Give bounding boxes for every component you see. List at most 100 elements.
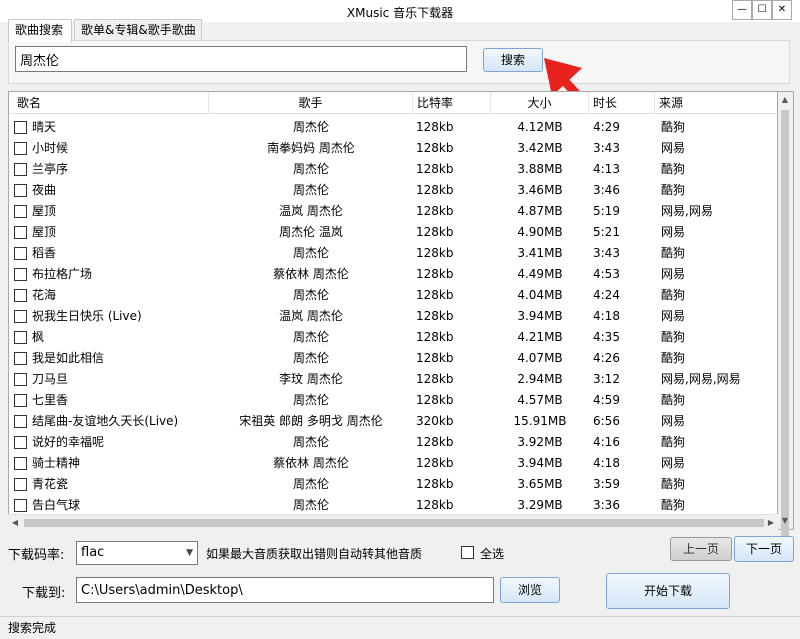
select-all-label[interactable]: 全选 [480,545,504,562]
row-checkbox[interactable] [14,331,27,344]
bitrate-value: 128kb [416,393,454,407]
table-row[interactable]: 青花瓷 周杰伦 128kb 3.65MB 3:59 酷狗 [9,474,777,495]
duration-value: 4:35 [593,330,620,344]
table-row[interactable]: 屋顶 温岚 周杰伦 128kb 4.87MB 5:19 网易,网易 [9,201,777,222]
table-row[interactable]: 晴天 周杰伦 128kb 4.12MB 4:29 酷狗 [9,117,777,138]
fallback-note: 如果最大音质获取出错则自动转其他音质 [206,547,423,561]
row-checkbox[interactable] [14,394,27,407]
source-value: 酷狗 [661,498,686,512]
bitrate-select[interactable]: flac ▼ [76,541,198,565]
bitrate-value: 128kb [416,267,454,281]
row-checkbox[interactable] [14,310,27,323]
row-checkbox[interactable] [14,436,27,449]
row-checkbox[interactable] [14,457,27,470]
scroll-right-icon[interactable]: ▶ [764,515,778,531]
row-checkbox[interactable] [14,499,27,512]
header-name[interactable]: 歌名 [9,92,209,114]
table-row[interactable]: 结尾曲-友谊地久天长(Live) 宋祖英 郎朗 多明戈 周杰伦 320kb 15.91… [9,411,777,432]
table-row[interactable]: 告白气球 周杰伦 128kb 3.29MB 3:36 酷狗 [9,495,777,516]
song-name: 说好的幸福呢 [32,435,105,449]
header-duration[interactable]: 时长 [589,92,655,114]
tab-song-search[interactable]: 歌曲搜索 [8,19,72,42]
table-row[interactable]: 七里香 周杰伦 128kb 4.57MB 4:59 酷狗 [9,390,777,411]
row-checkbox[interactable] [14,121,27,134]
row-checkbox[interactable] [14,352,27,365]
table-row[interactable]: 稻香 周杰伦 128kb 3.41MB 3:43 酷狗 [9,243,777,264]
scroll-down-icon[interactable]: ▼ [778,513,792,529]
artist-name: 周杰伦 [292,246,329,260]
header-artist[interactable]: 歌手 [209,92,413,114]
row-checkbox[interactable] [14,205,27,218]
table-row[interactable]: 兰亭序 周杰伦 128kb 3.88MB 4:13 酷狗 [9,159,777,180]
table-row[interactable]: 夜曲 周杰伦 128kb 3.46MB 3:46 酷狗 [9,180,777,201]
duration-value: 3:43 [593,246,620,260]
row-checkbox[interactable] [14,247,27,260]
song-name: 七里香 [32,393,69,407]
table-row[interactable]: 我是如此相信 周杰伦 128kb 4.07MB 4:26 酷狗 [9,348,777,369]
vertical-scrollbar[interactable]: ▲ ▼ [778,91,794,540]
file-size: 4.07MB [517,351,563,365]
header-bitrate[interactable]: 比特率 [413,92,491,114]
prev-page-button[interactable]: 上一页 [670,537,732,561]
table-row[interactable]: 布拉格广场 蔡依林 周杰伦 128kb 4.49MB 4:53 网易 [9,264,777,285]
browse-button[interactable]: 浏览 [500,577,560,603]
row-checkbox[interactable] [14,226,27,239]
table-body: 晴天 周杰伦 128kb 4.12MB 4:29 酷狗 小时候 南拳妈妈 周杰伦 128kb 3.… [9,117,777,516]
table-row[interactable]: 刀马旦 李玟 周杰伦 128kb 2.94MB 3:12 网易,网易,网易 [9,369,777,390]
chevron-down-icon[interactable]: ▼ [186,542,193,564]
status-bar: 搜索完成 [0,616,800,639]
row-checkbox[interactable] [14,268,27,281]
file-size: 3.92MB [517,435,563,449]
row-checkbox[interactable] [14,163,27,176]
bitrate-select-value: flac [81,545,105,560]
artist-name: 宋祖英 郎朗 多明戈 周杰伦 [239,414,383,428]
duration-value: 3:46 [593,183,620,197]
table-row[interactable]: 枫 周杰伦 128kb 4.21MB 4:35 酷狗 [9,327,777,348]
tab-playlist-album-artist[interactable]: 歌单&专辑&歌手歌曲 [74,19,202,41]
row-checkbox[interactable] [14,142,27,155]
artist-name: 蔡依林 周杰伦 [273,267,349,281]
row-checkbox[interactable] [14,415,27,428]
table-row[interactable]: 说好的幸福呢 周杰伦 128kb 3.92MB 4:16 酷狗 [9,432,777,453]
download-path-input[interactable] [76,577,494,603]
file-size: 3.65MB [517,477,563,491]
row-checkbox[interactable] [14,373,27,386]
artist-name: 周杰伦 [292,477,329,491]
duration-value: 4:26 [593,351,620,365]
artist-name: 南拳妈妈 周杰伦 [267,141,355,155]
select-all-checkbox[interactable] [461,546,474,559]
song-name: 枫 [32,330,45,344]
header-source[interactable]: 来源 [655,92,777,114]
source-value: 酷狗 [661,393,686,407]
duration-value: 6:56 [593,414,620,428]
artist-name: 周杰伦 [292,435,329,449]
source-value: 酷狗 [661,183,686,197]
horizontal-scroll-thumb[interactable] [24,519,764,527]
row-checkbox[interactable] [14,184,27,197]
minimize-icon[interactable]: — [732,0,752,20]
scroll-up-icon[interactable]: ▲ [778,92,792,108]
table-row[interactable]: 小时候 南拳妈妈 周杰伦 128kb 3.42MB 3:43 网易 [9,138,777,159]
row-checkbox[interactable] [14,478,27,491]
row-checkbox[interactable] [14,289,27,302]
source-value: 酷狗 [661,330,686,344]
table-row[interactable]: 屋顶 周杰伦 温岚 128kb 4.90MB 5:21 网易 [9,222,777,243]
maximize-icon[interactable]: ☐ [752,0,772,20]
close-icon[interactable]: ✕ [772,0,792,20]
file-size: 4.04MB [517,288,563,302]
artist-name: 周杰伦 [292,351,329,365]
table-row[interactable]: 花海 周杰伦 128kb 4.04MB 4:24 酷狗 [9,285,777,306]
bitrate-value: 128kb [416,204,454,218]
table-row[interactable]: 骑士精神 蔡依林 周杰伦 128kb 3.94MB 4:18 网易 [9,453,777,474]
search-button[interactable]: 搜索 [483,48,543,72]
next-page-button[interactable]: 下一页 [734,536,794,562]
horizontal-scrollbar[interactable]: ◀ ▶ [8,514,778,530]
start-download-button[interactable]: 开始下载 [606,573,730,609]
scroll-left-icon[interactable]: ◀ [8,515,22,531]
table-row[interactable]: 祝我生日快乐 (Live) 温岚 周杰伦 128kb 3.94MB 4:18 网易 [9,306,777,327]
file-size: 3.41MB [517,246,563,260]
search-input[interactable] [15,46,467,72]
vertical-scroll-thumb[interactable] [781,110,789,540]
bitrate-value: 128kb [416,456,454,470]
header-size[interactable]: 大小 [491,92,589,114]
